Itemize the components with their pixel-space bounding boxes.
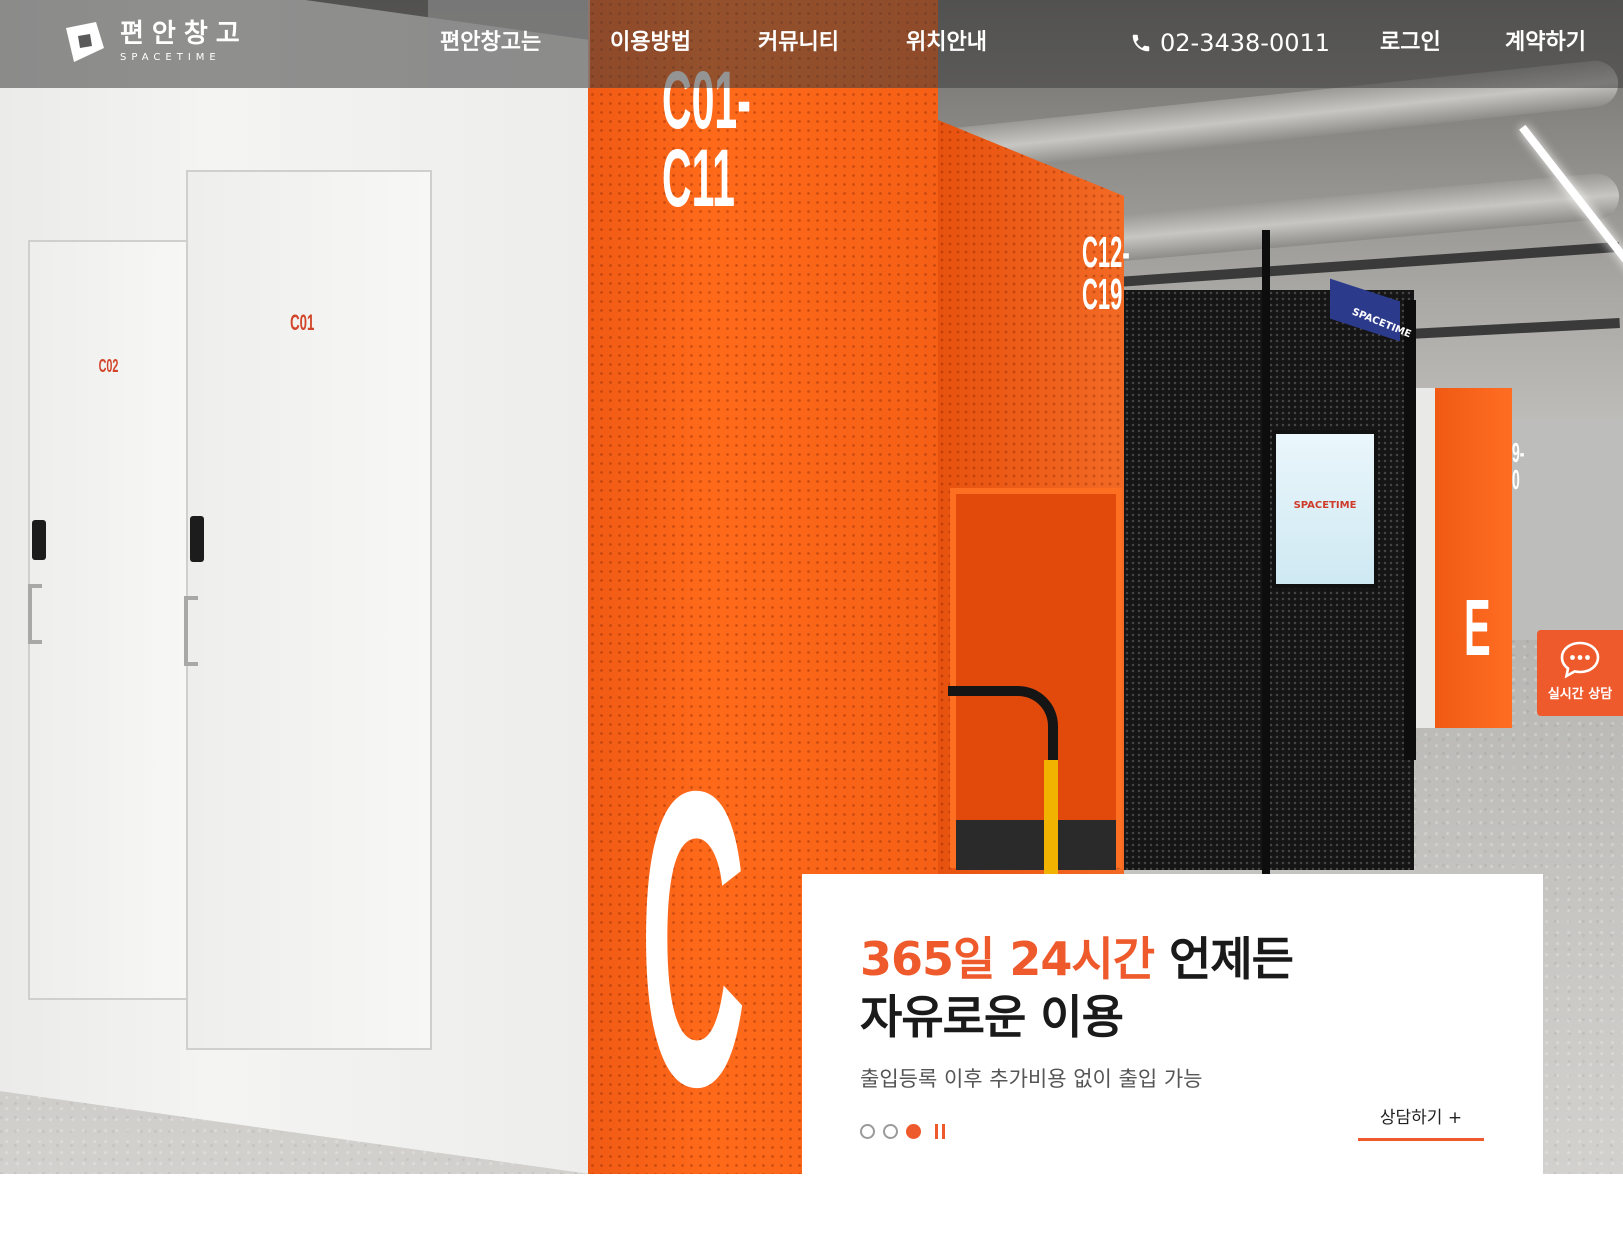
orange-niche xyxy=(950,488,1122,868)
niche-shadow xyxy=(956,820,1116,870)
phone-number[interactable]: 02-3438-0011 xyxy=(1130,26,1330,60)
slide-title: 365일 24시간 언제든 자유로운 이용 xyxy=(860,930,1294,1046)
far-unit-label: 9- 0 xyxy=(1512,437,1525,495)
slide-title-rest: 언제든 xyxy=(1154,932,1294,986)
locker-handle xyxy=(28,584,42,644)
cart-handle xyxy=(948,686,1058,776)
keypad xyxy=(32,520,46,560)
big-c-letter: C xyxy=(640,705,747,1174)
slide-dot-2[interactable] xyxy=(883,1124,898,1139)
nav-item-how-to-use[interactable]: 이용방법 xyxy=(610,26,691,60)
pause-bar xyxy=(942,1124,945,1139)
locker-door xyxy=(186,170,432,1050)
slide-pause-button[interactable] xyxy=(935,1124,949,1139)
locker-door xyxy=(28,240,188,1000)
locker-label: C01 xyxy=(290,310,315,335)
site-logo[interactable]: 편안창고 SPACETIME xyxy=(60,18,248,66)
consult-button-underline xyxy=(1358,1138,1484,1141)
chat-bubble-icon xyxy=(1560,641,1600,679)
slide-title-accent: 365일 24시간 xyxy=(860,932,1155,986)
site-header: 편안창고 SPACETIME 편안창고는 이용방법 커뮤니티 위치안내 02-3… xyxy=(0,0,1623,88)
slide-caption-card: 365일 24시간 언제든 자유로운 이용 출입등록 이후 추가비용 없이 출입… xyxy=(802,874,1543,1174)
locker-label: C02 xyxy=(98,356,119,376)
phone-number-text: 02-3438-0011 xyxy=(1160,29,1331,57)
consult-button[interactable]: 상담하기 + xyxy=(1358,1106,1484,1130)
slide-title-line2: 자유로운 이용 xyxy=(860,990,1124,1044)
keypad xyxy=(190,516,204,562)
booth-post xyxy=(1404,300,1416,760)
nav-item-location[interactable]: 위치안내 xyxy=(906,26,987,60)
logo-korean-text: 편안창고 xyxy=(120,19,248,49)
slide-dot-3[interactable] xyxy=(906,1124,921,1139)
logo-english-text: SPACETIME xyxy=(120,52,221,63)
slide-subtitle: 출입등록 이후 추가비용 없이 출입 가능 xyxy=(860,1067,1203,1091)
nav-item-about[interactable]: 편안창고는 xyxy=(440,26,541,60)
nav-item-community[interactable]: 커뮤니티 xyxy=(758,26,839,60)
login-link[interactable]: 로그인 xyxy=(1380,26,1441,60)
contract-link[interactable]: 계약하기 xyxy=(1505,26,1586,60)
live-chat-button[interactable]: 실시간 상담 xyxy=(1537,630,1623,716)
booth-post xyxy=(1262,230,1270,880)
locker-handle xyxy=(184,596,198,666)
pause-bar xyxy=(935,1124,938,1139)
cart-bar xyxy=(1044,760,1058,880)
live-chat-label: 실시간 상담 xyxy=(1547,687,1613,702)
slide-pagination xyxy=(860,1124,949,1139)
page-below-hero xyxy=(0,1174,1623,1243)
phone-icon xyxy=(1132,34,1150,52)
kiosk-screen-logo: SPACETIME xyxy=(1293,500,1357,511)
unit-label-side: C12- C19 xyxy=(1082,228,1130,319)
right-orange-locker xyxy=(1416,388,1512,728)
slide-dot-1[interactable] xyxy=(860,1124,875,1139)
far-unit-letter: E xyxy=(1464,583,1491,672)
logo-icon xyxy=(66,22,104,62)
